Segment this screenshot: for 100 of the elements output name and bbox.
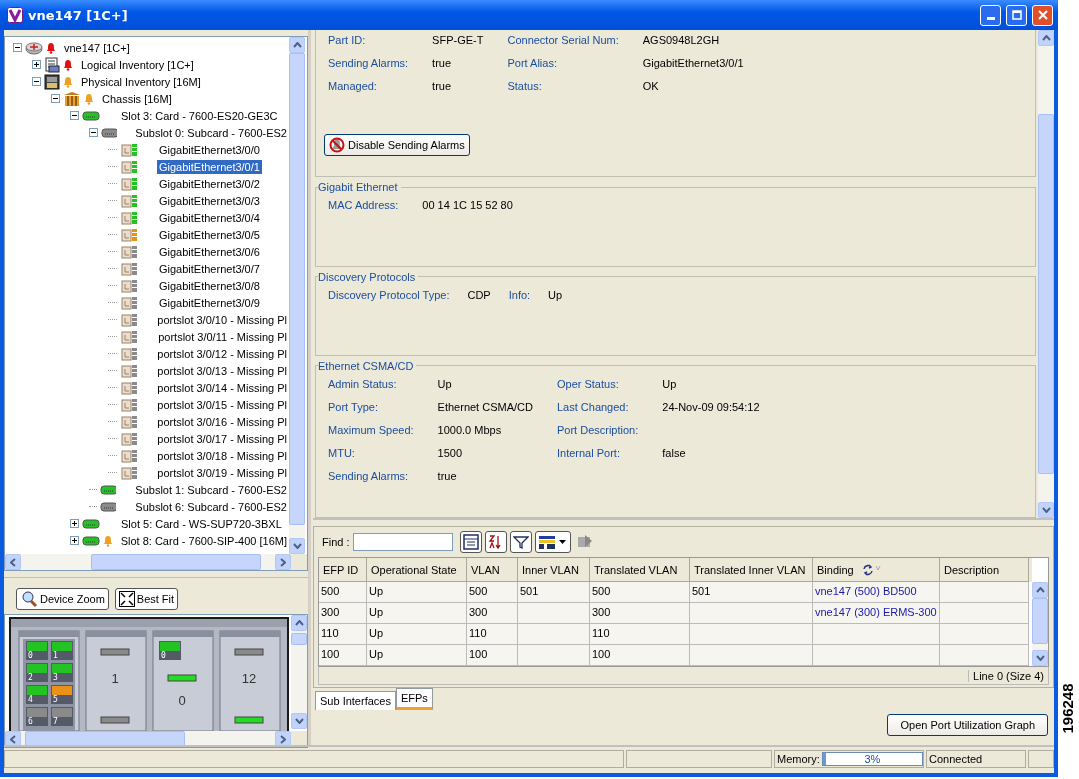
tree-item[interactable]: GigabitEthernet3/0/7 — [157, 261, 262, 276]
field-label: Part ID: — [328, 34, 367, 46]
expand-toggle[interactable] — [70, 536, 79, 545]
tree-item[interactable]: GigabitEthernet3/0/8 — [157, 278, 262, 293]
port-number: 3 — [53, 673, 58, 682]
scroll-up-button[interactable] — [291, 615, 307, 631]
scroll-down-button[interactable] — [289, 538, 305, 554]
scroll-down-button[interactable] — [1038, 502, 1054, 518]
field-value: GigabitEthernet3/0/1 — [642, 57, 744, 69]
sort-icon[interactable] — [484, 531, 507, 553]
scrollbar[interactable] — [1038, 30, 1054, 518]
tab[interactable]: EFPs — [395, 688, 433, 710]
port-number: 2 — [28, 673, 33, 682]
tree-item[interactable]: GigabitEthernet3/0/4 — [157, 210, 262, 225]
tree-item[interactable]: Physical Inventory [16M] — [79, 74, 203, 89]
disable-alarms-button[interactable]: Disable Sending Alarms — [324, 134, 470, 156]
tree-item[interactable]: GigabitEthernet3/0/3 — [157, 193, 262, 208]
memory-reading: 3% — [863, 753, 882, 765]
filter-icon[interactable] — [509, 531, 532, 553]
tree-item[interactable]: GigabitEthernet3/0/2 — [157, 176, 262, 191]
binding-link[interactable]: vne147 (500) BD500 — [815, 585, 917, 597]
tree-item[interactable]: Chassis [16M] — [100, 91, 174, 106]
tree-item[interactable]: GigabitEthernet3/0/6 — [157, 244, 262, 259]
tree-item[interactable]: GigabitEthernet3/0/1 — [157, 159, 262, 174]
arrow-up-icon — [294, 620, 304, 626]
table-cell: 500 — [590, 582, 690, 603]
collapse-toggle[interactable] — [70, 111, 79, 120]
open-graph-button[interactable]: Open Port Utilization Graph — [887, 714, 1048, 736]
scrollbar-thumb[interactable] — [1038, 114, 1054, 474]
field-value: OK — [642, 80, 660, 92]
scroll-down-button[interactable] — [291, 713, 307, 729]
scrollbar-thumb[interactable] — [1032, 598, 1048, 644]
tab[interactable]: Sub Interfaces — [315, 691, 396, 710]
scroll-down-button[interactable] — [1032, 650, 1048, 666]
field-value: true — [437, 469, 458, 482]
table-icon[interactable] — [459, 531, 482, 553]
table-cell — [518, 603, 590, 624]
collapse-toggle[interactable] — [13, 43, 22, 52]
tree-item[interactable]: portslot 3/0/14 - Missing Pl — [155, 380, 289, 395]
tree-item[interactable]: Slot 8: Card - 7600-SIP-400 [16M] — [118, 533, 289, 548]
tree-item[interactable]: vne147 [1C+] — [62, 40, 132, 55]
scroll-left-button[interactable] — [5, 554, 21, 570]
scrollbar[interactable] — [1032, 582, 1048, 666]
tree-item[interactable]: portslot 3/0/19 - Missing Pl — [155, 465, 289, 480]
arrow-down-icon — [1041, 507, 1051, 513]
scroll-up-button[interactable] — [1032, 582, 1048, 598]
scroll-up-button[interactable] — [1038, 30, 1054, 46]
scrollbar[interactable] — [291, 615, 307, 729]
maximize-button[interactable] — [1006, 4, 1027, 26]
tree-item[interactable]: portslot 3/0/16 - Missing Pl — [155, 414, 289, 429]
minimize-button[interactable] — [980, 4, 1001, 26]
tree-item[interactable]: portslot 3/0/17 - Missing Pl — [155, 431, 289, 446]
arrow-up-icon — [292, 42, 302, 48]
expand-toggle[interactable] — [32, 60, 41, 69]
scrollbar-thumb[interactable] — [291, 633, 307, 645]
collapse-toggle[interactable] — [89, 128, 98, 137]
close-button[interactable] — [1032, 4, 1053, 26]
arrow-up-icon — [1035, 587, 1045, 593]
collapse-toggle[interactable] — [32, 77, 41, 86]
chassis-icon — [63, 90, 81, 107]
columns-icon[interactable] — [534, 531, 571, 553]
best-fit-button[interactable]: Best Fit — [114, 588, 179, 610]
field-value: false — [662, 446, 687, 459]
tree-item[interactable]: Subslot 6: Subcard - 7600-ES2 — [133, 499, 289, 514]
field-label: Info: — [508, 288, 531, 301]
tree-item[interactable]: Subslot 0: Subcard - 7600-ES2 — [133, 125, 289, 140]
scrollbar[interactable] — [5, 554, 292, 570]
zoom-icon — [20, 590, 38, 608]
port-number: 7 — [53, 717, 58, 726]
field-label: Port Type: — [328, 400, 379, 413]
device-zoom-button[interactable]: Device Zoom — [16, 588, 109, 610]
tree-item[interactable]: GigabitEthernet3/0/0 — [157, 142, 262, 157]
table-cell: 300 — [467, 603, 518, 624]
field-value: 1000.0 Mbps — [437, 423, 503, 436]
tree-item[interactable]: portslot 3/0/15 - Missing Pl — [155, 397, 289, 412]
field-label: Internal Port: — [556, 446, 621, 459]
find-field[interactable] — [352, 533, 453, 551]
expand-toggle[interactable] — [70, 519, 79, 528]
binding-link[interactable]: vne147 (300) ERMS-300 — [815, 606, 937, 618]
table-cell: 100 — [467, 645, 518, 666]
tree-item[interactable]: Subslot 1: Subcard - 7600-ES2 — [133, 482, 289, 497]
tree-item[interactable]: portslot 3/0/18 - Missing Pl — [155, 448, 289, 463]
tree-item[interactable]: Slot 5: Card - WS-SUP720-3BXL — [119, 516, 284, 531]
tree-item[interactable]: portslot 3/0/10 - Missing Pl — [155, 312, 289, 327]
scroll-up-button[interactable] — [289, 37, 305, 53]
scroll-right-button[interactable] — [275, 554, 292, 570]
tree-item[interactable]: Logical Inventory [1C+] — [79, 57, 196, 72]
tree-item[interactable]: portslot 3/0/13 - Missing Pl — [155, 363, 289, 378]
tree-item[interactable]: Slot 3: Card - 7600-ES20-GE3C — [119, 108, 280, 123]
row-count: Line 0 (Size 4) — [968, 669, 1048, 682]
slot-number: 0 — [178, 693, 186, 708]
tree-item[interactable]: GigabitEthernet3/0/9 — [157, 295, 262, 310]
tree-item[interactable]: portslot 3/0/12 - Missing Pl — [155, 346, 289, 361]
scrollbar-thumb[interactable] — [91, 554, 261, 570]
port-number: 6 — [28, 717, 33, 726]
tree-item[interactable]: GigabitEthernet3/0/5 — [157, 227, 262, 242]
table-cell: 110 — [319, 624, 367, 645]
tree-item[interactable]: portslot 3/0/11 - Missing Pl — [156, 329, 289, 344]
collapse-toggle[interactable] — [51, 94, 60, 103]
field-value: Up — [548, 288, 563, 301]
